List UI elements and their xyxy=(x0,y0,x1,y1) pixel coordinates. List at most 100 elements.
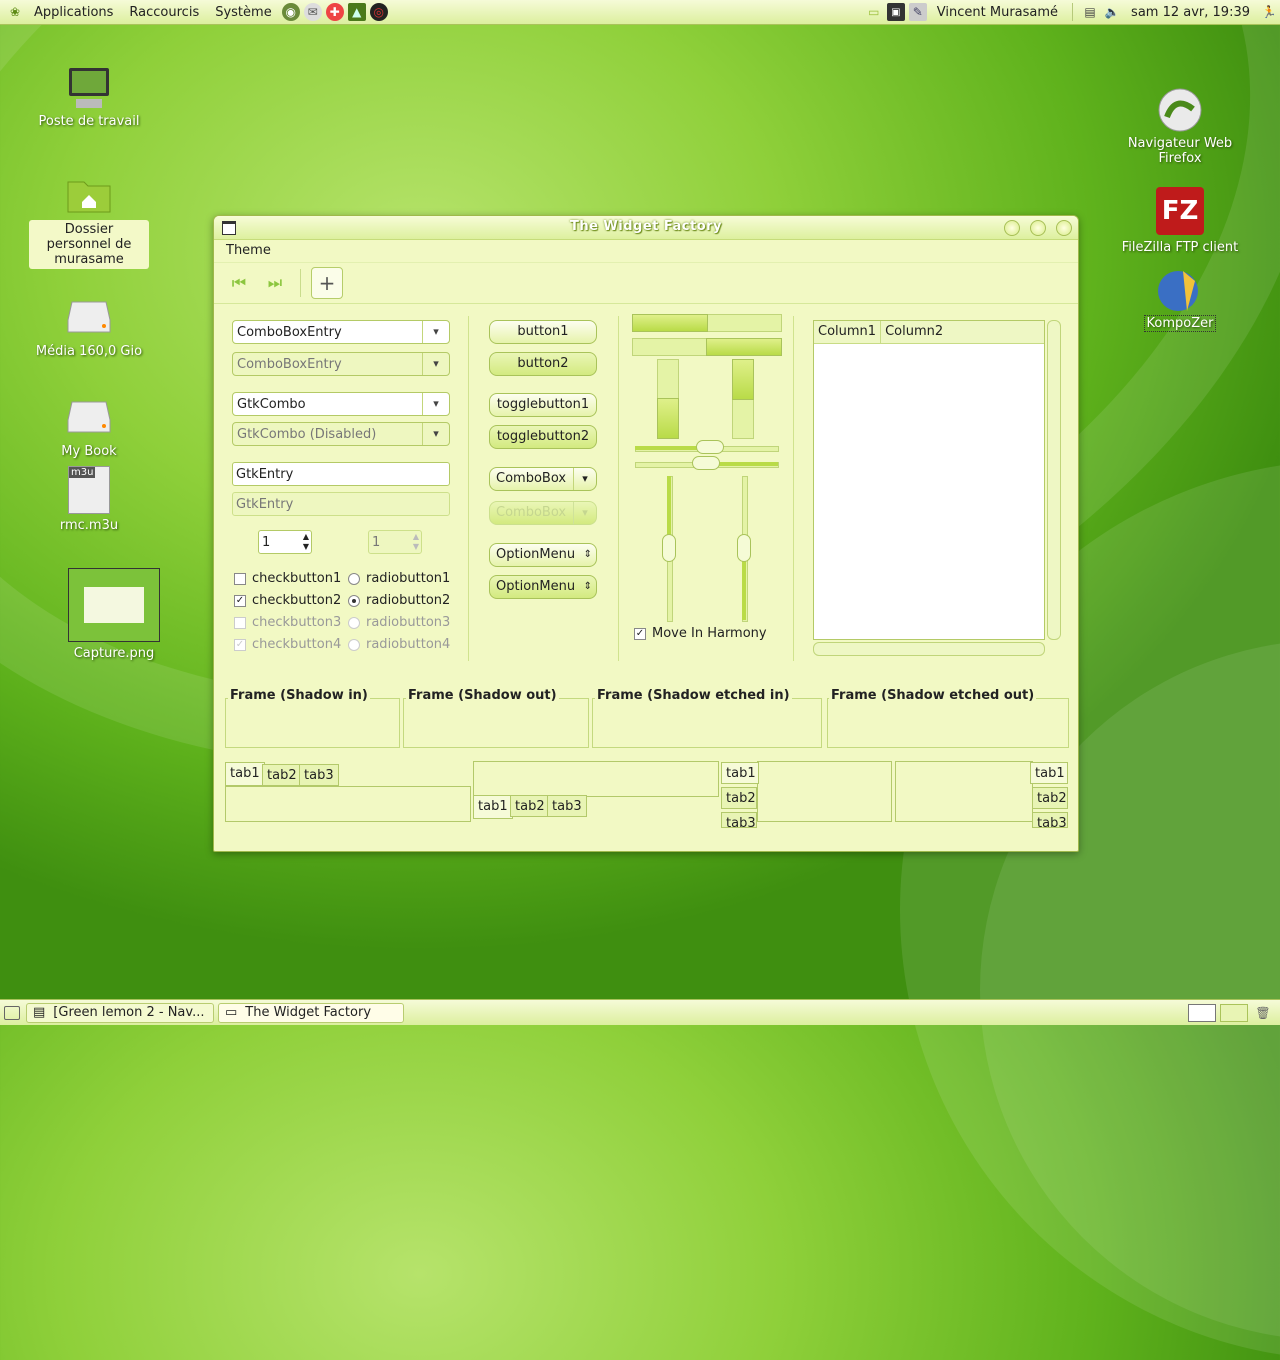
workspace-1[interactable] xyxy=(1188,1003,1216,1022)
combobox[interactable]: ComboBox ▾ xyxy=(489,467,597,491)
task-label: [Green lemon 2 - Nav... xyxy=(53,1005,205,1020)
gtkentry-disabled: GtkEntry xyxy=(232,492,450,516)
harmony-label: Move In Harmony xyxy=(652,626,767,641)
menu-theme[interactable]: Theme xyxy=(226,243,271,258)
task-browser[interactable]: ▤ [Green lemon 2 - Nav... xyxy=(26,1002,214,1023)
checkbox-checked-icon: ✓ xyxy=(234,638,246,651)
desktop-icon-mybook[interactable]: My Book xyxy=(29,396,149,459)
scale-handle[interactable] xyxy=(696,440,724,454)
tab[interactable]: tab1 xyxy=(721,762,759,784)
radiobutton1[interactable]: radiobutton1 xyxy=(348,571,450,586)
chevron-down-icon[interactable]: ▾ xyxy=(422,321,449,343)
clock[interactable]: sam 12 avr, 19:39 xyxy=(1123,5,1258,20)
spin-arrows-icon[interactable]: ▲ ▼ xyxy=(303,532,309,552)
window-titlebar[interactable]: The Widget Factory xyxy=(214,216,1078,240)
radio-icon[interactable] xyxy=(348,572,360,585)
radiobutton2[interactable]: radiobutton2 xyxy=(348,593,450,608)
maximize-button[interactable] xyxy=(1030,220,1046,236)
image-thumbnail-icon xyxy=(68,568,160,642)
drive-icon xyxy=(65,396,113,440)
checkbutton1[interactable]: checkbutton1 xyxy=(234,571,341,586)
desktop-icon-firefox[interactable]: Navigateur Web Firefox xyxy=(1120,88,1240,166)
desktop-icon-capture[interactable]: Capture.png xyxy=(54,568,174,661)
tab[interactable]: tab2 xyxy=(1032,787,1068,809)
trash-icon[interactable]: 🗑 xyxy=(1254,1004,1272,1022)
tab[interactable]: tab3 xyxy=(1032,812,1068,831)
radio-selected-icon[interactable] xyxy=(348,594,360,607)
close-button[interactable] xyxy=(1056,220,1072,236)
spin-button[interactable]: 1 ▲ ▼ xyxy=(258,530,312,554)
checkbox-checked-icon[interactable]: ✓ xyxy=(634,627,646,640)
user-name[interactable]: Vincent Murasamé xyxy=(929,5,1066,20)
gtkcombo-disabled: GtkCombo (Disabled) ▾ xyxy=(232,422,450,446)
togglebutton1[interactable]: togglebutton1 xyxy=(489,393,597,417)
task-widget-factory[interactable]: ▭ The Widget Factory xyxy=(218,1002,404,1023)
tab[interactable]: tab2 xyxy=(510,795,550,817)
desktop-icon-kompozer[interactable]: KompoZer xyxy=(1120,268,1240,332)
horizontal-scrollbar[interactable] xyxy=(813,642,1045,656)
network-icon[interactable]: ▤ xyxy=(1081,3,1099,21)
menu-systeme[interactable]: Système xyxy=(207,5,279,20)
column-header-1[interactable]: Column1 xyxy=(814,321,882,343)
help-launcher-icon[interactable]: ✚ xyxy=(325,3,344,21)
task-label: The Widget Factory xyxy=(245,1005,372,1020)
gtkcombo[interactable]: GtkCombo ▾ xyxy=(232,392,450,416)
chevron-down-icon[interactable]: ▾ xyxy=(573,468,596,490)
vscale-handle[interactable] xyxy=(737,534,751,562)
minimize-button[interactable] xyxy=(1004,220,1020,236)
add-icon[interactable]: + xyxy=(311,267,343,299)
desktop-icon-filezilla[interactable]: FZ FileZilla FTP client xyxy=(1120,186,1240,255)
scale-handle[interactable] xyxy=(692,456,720,470)
goto-last-icon[interactable]: ⏭ xyxy=(260,268,290,298)
tab[interactable]: tab3 xyxy=(721,812,757,831)
bottom-panel: ▤ [Green lemon 2 - Nav... ▭ The Widget F… xyxy=(0,999,1280,1025)
gnome-foot-icon[interactable]: ❀ xyxy=(6,3,24,21)
tab[interactable]: tab2 xyxy=(262,764,302,786)
optionmenu[interactable]: OptionMenu ⇕ xyxy=(489,543,597,567)
tab[interactable]: tab1 xyxy=(473,795,513,819)
goto-first-icon[interactable]: ⏮ xyxy=(224,268,254,298)
button1[interactable]: button1 xyxy=(489,320,597,344)
checkbox-icon[interactable] xyxy=(234,572,246,585)
checkbutton2[interactable]: ✓ checkbutton2 xyxy=(234,593,341,608)
browser-launcher-icon[interactable]: ◉ xyxy=(281,3,300,21)
menu-applications[interactable]: Applications xyxy=(26,5,121,20)
tab[interactable]: tab1 xyxy=(225,762,265,786)
folder-icon[interactable]: ▭ xyxy=(865,3,883,21)
terminal-icon[interactable]: ▣ xyxy=(886,3,905,21)
comboboxentry[interactable]: ComboBoxEntry ▾ xyxy=(232,320,450,344)
vertical-scrollbar[interactable] xyxy=(1047,320,1061,640)
optionmenu2[interactable]: OptionMenu ⇕ xyxy=(489,575,597,599)
column-header-2[interactable]: Column2 xyxy=(881,321,947,343)
monitor-launcher-icon[interactable]: ▲ xyxy=(347,3,366,21)
desktop-icon-home[interactable]: Dossier personnel de murasame xyxy=(29,172,149,269)
desktop-icon-label: Média 160,0 Gio xyxy=(35,344,143,359)
toolbar-separator xyxy=(300,269,301,297)
editor-icon[interactable]: ✎ xyxy=(908,3,927,21)
desktop-icon-m3u[interactable]: m3u rmc.m3u xyxy=(29,466,149,533)
vscale-handle[interactable] xyxy=(662,534,676,562)
desktop-icon-computer[interactable]: Poste de travail xyxy=(29,66,149,129)
show-desktop-icon[interactable] xyxy=(4,1005,20,1020)
move-in-harmony-check[interactable]: ✓ Move In Harmony xyxy=(634,626,767,641)
workspace-2[interactable] xyxy=(1220,1003,1248,1022)
chevron-down-icon[interactable]: ▾ xyxy=(422,393,449,415)
togglebutton2[interactable]: togglebutton2 xyxy=(489,425,597,449)
desktop-icon-media[interactable]: Média 160,0 Gio xyxy=(29,296,149,359)
tab[interactable]: tab1 xyxy=(1030,762,1068,784)
tree-view[interactable]: Column1 Column2 xyxy=(813,320,1045,640)
menu-raccourcis[interactable]: Raccourcis xyxy=(121,5,207,20)
tab[interactable]: tab3 xyxy=(299,764,339,786)
tab[interactable]: tab3 xyxy=(547,795,587,817)
column-separator xyxy=(793,316,794,661)
frame-shadow-etched-out xyxy=(827,698,1069,748)
checkbox-checked-icon[interactable]: ✓ xyxy=(234,594,246,607)
mail-launcher-icon[interactable]: ✉ xyxy=(303,3,322,21)
gtkentry[interactable]: GtkEntry xyxy=(232,462,450,486)
notebook-top xyxy=(225,786,471,822)
tab[interactable]: tab2 xyxy=(721,787,757,809)
logout-icon[interactable]: 🏃 xyxy=(1260,3,1278,21)
volume-icon[interactable]: 🔈 xyxy=(1103,3,1121,21)
button2[interactable]: button2 xyxy=(489,352,597,376)
app-launcher-icon[interactable]: ◎ xyxy=(369,3,388,21)
